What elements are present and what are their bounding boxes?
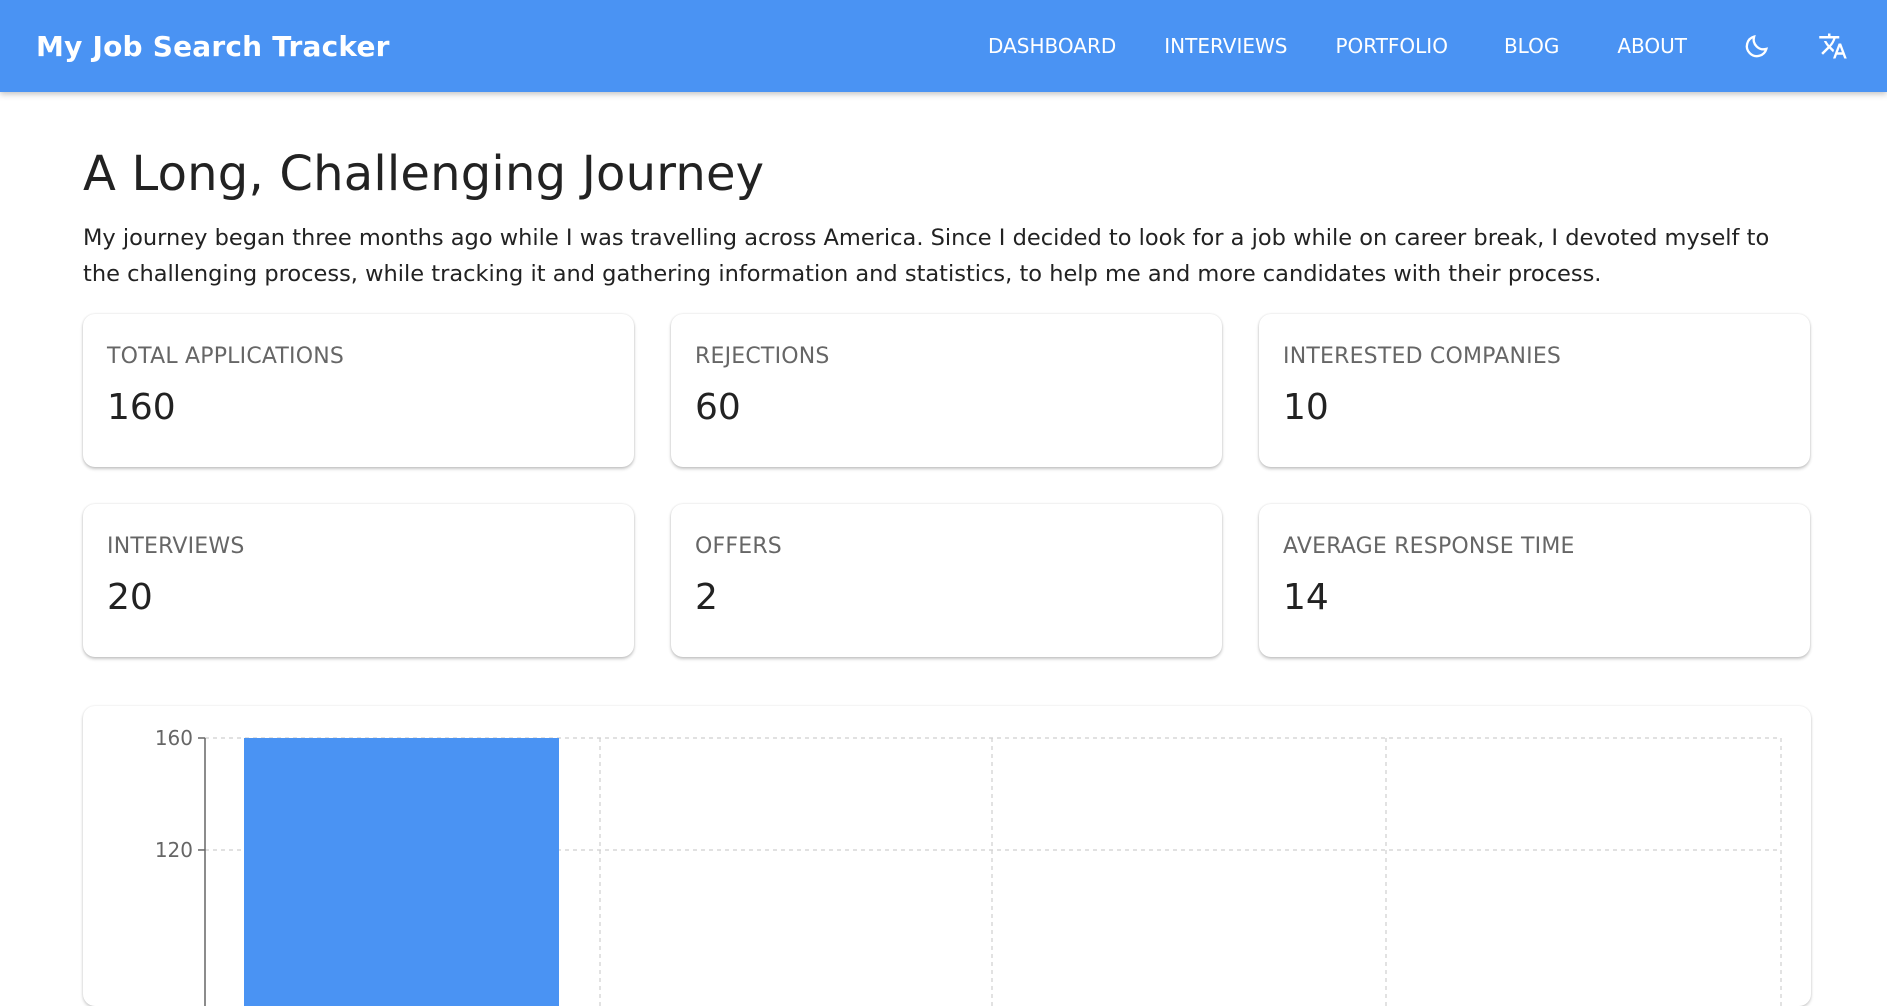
stat-label: TOTAL APPLICATIONS <box>107 344 345 369</box>
stat-label: INTERVIEWS <box>107 534 245 559</box>
app-title[interactable]: My Job Search Tracker <box>36 30 390 63</box>
dark-mode-moon-icon[interactable] <box>1741 30 1773 62</box>
applications-bar-chart: 120 160 <box>155 726 1782 1006</box>
stat-value: 20 <box>107 577 153 618</box>
stat-label: OFFERS <box>695 534 782 559</box>
stat-value: 60 <box>695 387 741 428</box>
stat-card-interviews: INTERVIEWS 20 <box>83 504 634 657</box>
nav-blog[interactable]: BLOG <box>1472 34 1593 58</box>
app-bar: My Job Search Tracker DASHBOARD INTERVIE… <box>0 0 1887 92</box>
nav-dashboard[interactable]: DASHBOARD <box>964 34 1140 58</box>
stat-value: 2 <box>695 577 718 618</box>
top-nav: DASHBOARD INTERVIEWS PORTFOLIO BLOG ABOU… <box>964 0 1851 92</box>
stat-label: INTERESTED COMPANIES <box>1283 344 1562 369</box>
stat-card-rejections: REJECTIONS 60 <box>671 314 1222 467</box>
bar-total-applications <box>244 738 559 1006</box>
stat-value: 160 <box>107 387 176 428</box>
translate-icon[interactable] <box>1817 30 1849 62</box>
stat-value: 10 <box>1283 387 1329 428</box>
y-tick-label: 120 <box>155 838 193 862</box>
nav-interviews[interactable]: INTERVIEWS <box>1140 34 1311 58</box>
stat-card-offers: OFFERS 2 <box>671 504 1222 657</box>
stat-label: AVERAGE RESPONSE TIME <box>1283 534 1575 559</box>
page-title: A Long, Challenging Journey <box>83 146 765 202</box>
intro-paragraph: My journey began three months ago while … <box>83 225 1770 287</box>
stat-label: REJECTIONS <box>695 344 830 369</box>
applications-chart-card: 120 160 <box>83 706 1811 1006</box>
nav-portfolio[interactable]: PORTFOLIO <box>1311 34 1472 58</box>
y-tick-label: 160 <box>155 726 193 750</box>
stat-card-total-applications: TOTAL APPLICATIONS 160 <box>83 314 634 467</box>
stat-value: 14 <box>1283 577 1329 618</box>
main-content: A Long, Challenging Journey My journey b… <box>83 92 1811 657</box>
stats-grid: TOTAL APPLICATIONS 160 REJECTIONS 60 INT… <box>83 314 1811 657</box>
nav-about[interactable]: ABOUT <box>1593 34 1711 58</box>
stat-card-average-response-time: AVERAGE RESPONSE TIME 14 <box>1259 504 1810 657</box>
stat-card-interested-companies: INTERESTED COMPANIES 10 <box>1259 314 1810 467</box>
